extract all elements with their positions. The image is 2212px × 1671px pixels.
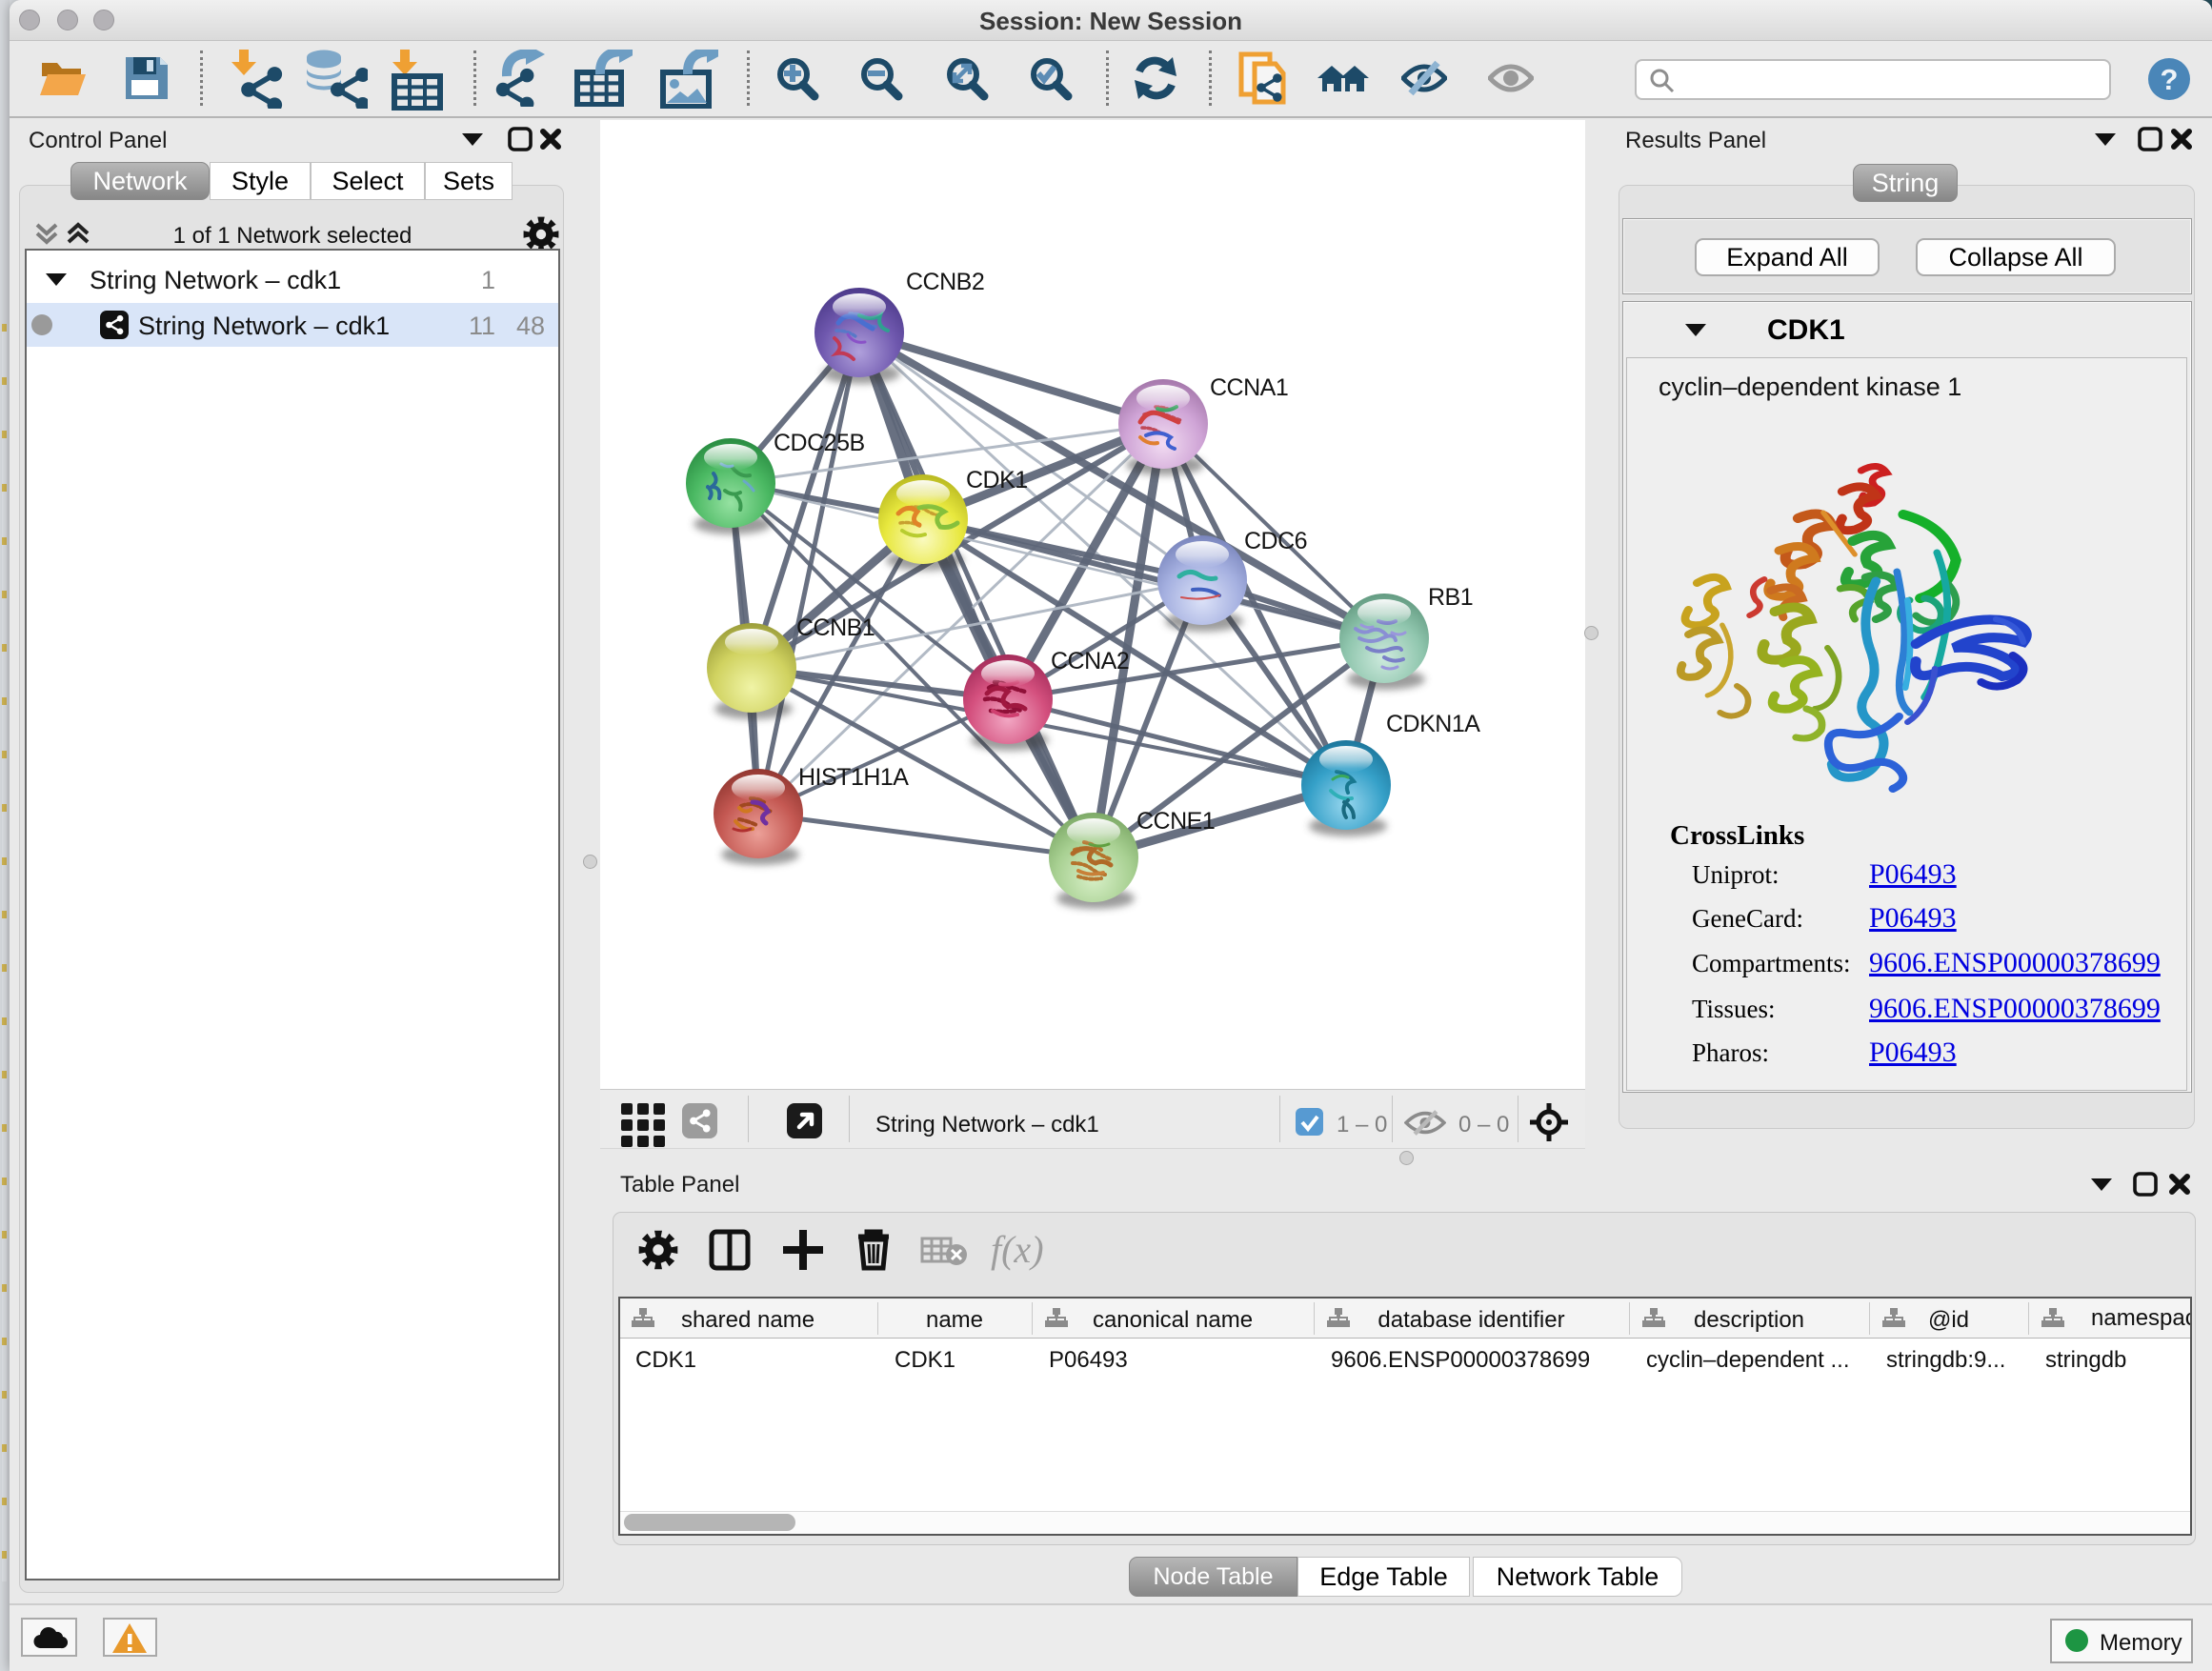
svg-text:CDC25B: CDC25B [774, 430, 865, 456]
svg-text:HIST1H1A: HIST1H1A [798, 764, 909, 791]
svg-text:CCNB1: CCNB1 [796, 614, 875, 641]
svg-text:CCNB2: CCNB2 [906, 269, 984, 295]
svg-text:CDK1: CDK1 [966, 467, 1028, 493]
svg-text:CDC6: CDC6 [1244, 528, 1307, 554]
svg-text:CCNA2: CCNA2 [1051, 648, 1129, 674]
svg-text:CCNA1: CCNA1 [1210, 374, 1288, 401]
svg-text:CCNE1: CCNE1 [1136, 808, 1215, 835]
svg-text:RB1: RB1 [1428, 584, 1473, 611]
svg-text:CDKN1A: CDKN1A [1386, 711, 1480, 737]
